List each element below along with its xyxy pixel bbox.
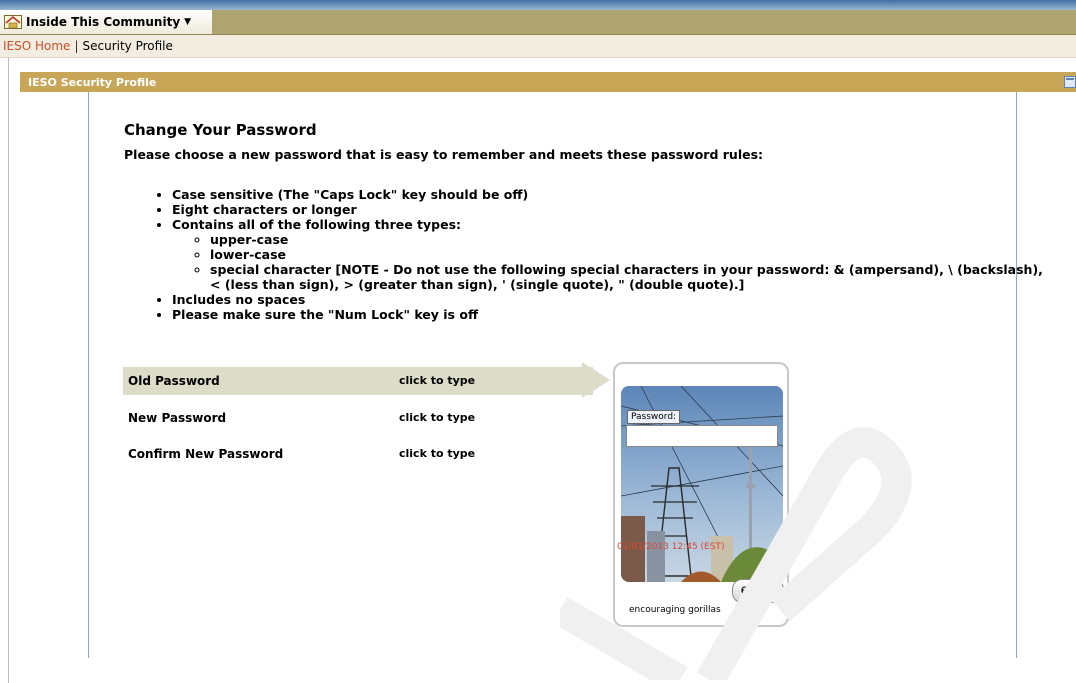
chevron-down-icon: ▼ — [184, 17, 192, 27]
security-phrase: encouraging gorillas — [629, 605, 721, 615]
password-keypad-widget: 01/01/2013 12:45 (EST) Password: enter e… — [613, 362, 789, 627]
confirm-password-label: Confirm New Password — [128, 447, 284, 461]
panel-header: IESO Security Profile — [20, 72, 1076, 92]
timestamp-overlay: 01/01/2013 12:45 (EST) — [617, 542, 725, 552]
rule-no-spaces: Includes no spaces — [172, 292, 1044, 307]
rule-case-sensitive: Case sensitive (The "Caps Lock" key shou… — [172, 187, 1044, 202]
keypad-password-label: Password: — [627, 410, 681, 424]
keypad-password-input[interactable] — [626, 425, 778, 447]
old-password-field[interactable]: click to type — [399, 374, 475, 387]
rule-length: Eight characters or longer — [172, 202, 1044, 217]
confirm-password-field[interactable]: click to type — [399, 447, 475, 460]
content-border-left — [88, 92, 89, 658]
maximize-icon[interactable] — [1064, 76, 1076, 88]
community-menu-label: Inside This Community — [26, 15, 181, 29]
home-icon — [4, 15, 22, 29]
rule-lower-case: lower-case — [210, 247, 1044, 262]
browser-top-strip — [0, 0, 1076, 10]
breadcrumb-current: Security Profile — [82, 39, 173, 53]
enter-button[interactable]: enter — [732, 579, 784, 603]
community-menu-button[interactable]: Inside This Community ▼ — [0, 10, 212, 34]
intro-text: Please choose a new password that is eas… — [124, 147, 764, 162]
rule-upper-case: upper-case — [210, 232, 1044, 247]
rule-types: Contains all of the following three type… — [172, 217, 1044, 292]
rule-types-label: Contains all of the following three type… — [172, 217, 462, 232]
new-password-row[interactable]: New Password click to type — [123, 404, 593, 432]
old-password-row[interactable]: Old Password click to type — [123, 367, 593, 395]
rule-num-lock: Please make sure the "Num Lock" key is o… — [172, 307, 1044, 322]
breadcrumb: IESO Home | Security Profile — [0, 35, 1076, 58]
rule-types-sublist: upper-case lower-case special character … — [172, 232, 1044, 292]
content-border-right — [1016, 92, 1017, 658]
active-row-arrow — [582, 362, 610, 398]
breadcrumb-separator: | — [74, 39, 79, 53]
old-password-label: Old Password — [128, 374, 220, 388]
panel-title: IESO Security Profile — [28, 75, 157, 89]
confirm-password-row[interactable]: Confirm New Password click to type — [123, 440, 593, 468]
breadcrumb-home-link[interactable]: IESO Home — [3, 39, 70, 53]
top-navigation-bar: Inside This Community ▼ — [0, 10, 1076, 35]
rule-special-character: special character [NOTE - Do not use the… — [210, 262, 1044, 292]
password-rules-list: Case sensitive (The "Caps Lock" key shou… — [124, 187, 1044, 322]
new-password-field[interactable]: click to type — [399, 411, 475, 424]
left-divider — [8, 57, 9, 683]
page-title: Change Your Password — [124, 121, 317, 139]
new-password-label: New Password — [128, 411, 227, 425]
